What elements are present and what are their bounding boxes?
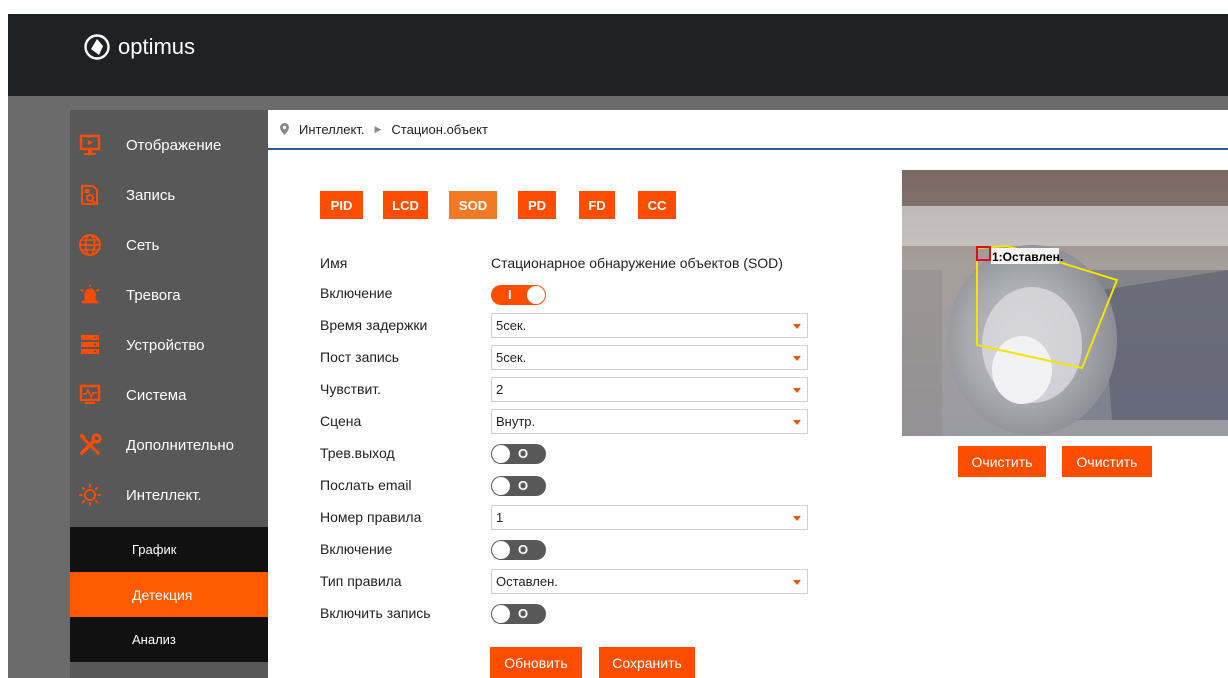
tab-cc[interactable]: CC [638, 191, 676, 219]
sidebar-subitem-analysis[interactable]: Анализ [70, 617, 268, 662]
delay-select[interactable]: 5сек. [491, 313, 808, 338]
name-label: Имя [320, 255, 348, 271]
top-bar: optimus [8, 14, 1228, 96]
toggle-knob [527, 286, 545, 304]
breadcrumb-section[interactable]: Интеллект. [299, 122, 365, 137]
sidebar-item-device[interactable]: Устройство [70, 320, 268, 370]
dropdown-caret-icon [793, 516, 801, 521]
record-toggle[interactable]: O [491, 604, 546, 624]
tab-pid[interactable]: PID [320, 191, 363, 219]
sidebar-item-network[interactable]: Сеть [70, 220, 268, 270]
tab-sod[interactable]: SOD [449, 191, 497, 219]
breadcrumb: Интеллект. ▶ Стацион.объект [268, 110, 1228, 150]
rule-type-select[interactable]: Оставлен. [491, 569, 808, 594]
clear-button-2[interactable]: Очистить [1062, 446, 1152, 477]
toggle-off-mark: O [518, 606, 529, 621]
logo: optimus [84, 32, 195, 62]
location-pin-icon [280, 123, 289, 135]
record-label: Включить запись [320, 605, 431, 621]
sidebar-subitem-schedule[interactable]: График [70, 527, 268, 572]
refresh-button[interactable]: Обновить [490, 647, 582, 678]
tab-lcd[interactable]: LCD [383, 191, 428, 219]
intelligence-icon [78, 483, 102, 507]
scene-select[interactable]: Внутр. [491, 409, 808, 434]
dropdown-caret-icon [793, 420, 801, 425]
sensitivity-label: Чувствит. [320, 381, 382, 397]
post-record-label: Пост запись [320, 349, 400, 365]
content-panel: Интеллект. ▶ Стацион.объект PID LCD SOD … [268, 110, 1228, 678]
name-value: Стационарное обнаружение объектов (SOD) [491, 255, 783, 271]
breadcrumb-separator-icon: ▶ [374, 123, 382, 134]
dropdown-caret-icon [793, 580, 801, 585]
clear-button-1[interactable]: Очистить [958, 446, 1046, 477]
sidebar-item-display[interactable]: Отображение [70, 120, 268, 170]
rule-number-label: Номер правила [320, 509, 422, 525]
alarm-out-label: Трев.выход [320, 445, 395, 461]
toggle-knob [492, 477, 510, 495]
rule-type-label: Тип правила [320, 573, 402, 589]
rule-label: 1:Оставлен. [992, 250, 1063, 264]
sidebar-item-alarm[interactable]: Тревога [70, 270, 268, 320]
enable-label: Включение [320, 285, 393, 301]
scene-label: Сцена [320, 413, 362, 429]
toggle-off-mark: O [518, 542, 529, 557]
record-search-icon [78, 183, 102, 207]
sidebar-item-system[interactable]: Система [70, 370, 268, 420]
toggle-knob [492, 605, 510, 623]
toggle-knob [492, 541, 510, 559]
email-toggle[interactable]: O [491, 476, 546, 496]
dropdown-caret-icon [793, 356, 801, 361]
logo-text: optimus [118, 34, 196, 59]
dropdown-caret-icon [793, 324, 801, 329]
save-button[interactable]: Сохранить [599, 647, 695, 678]
monitor-play-icon [78, 133, 102, 157]
toggle-off-mark: O [518, 478, 529, 493]
server-icon [78, 333, 102, 357]
toggle-on-mark: I [508, 287, 512, 302]
tab-fd[interactable]: FD [579, 191, 615, 219]
rule-enable-label: Включение [320, 541, 393, 557]
alarm-out-toggle[interactable]: O [491, 444, 546, 464]
sidebar: Отображение Запись Сеть Тревога Устройст… [70, 110, 268, 678]
toggle-knob [492, 445, 510, 463]
sidebar-item-intelligence[interactable]: Интеллект. [70, 470, 268, 520]
camera-preview[interactable]: 1:Оставлен. [902, 170, 1228, 436]
rule-enable-toggle[interactable]: O [491, 540, 546, 560]
globe-icon [78, 233, 102, 257]
sensitivity-select[interactable]: 2 [491, 377, 808, 402]
enable-toggle[interactable]: I [491, 285, 546, 305]
app-frame: optimus Отображение Запись Сеть Тревога … [8, 14, 1228, 678]
alarm-bell-icon [78, 283, 102, 307]
dropdown-caret-icon [793, 388, 801, 393]
toggle-off-mark: O [518, 446, 529, 461]
post-record-select[interactable]: 5сек. [491, 345, 808, 370]
breadcrumb-page: Стацион.объект [391, 121, 488, 137]
sidebar-item-advanced[interactable]: Дополнительно [70, 420, 268, 470]
tab-pd[interactable]: PD [518, 191, 556, 219]
sidebar-subitem-detection[interactable]: Детекция [70, 572, 268, 617]
system-monitor-icon [78, 383, 102, 407]
rule-number-select[interactable]: 1 [491, 505, 808, 530]
delay-label: Время задержки [320, 317, 428, 333]
tools-icon [78, 433, 102, 457]
optimus-logo-icon [84, 34, 110, 60]
email-label: Послать email [320, 477, 412, 493]
sidebar-item-record[interactable]: Запись [70, 170, 268, 220]
